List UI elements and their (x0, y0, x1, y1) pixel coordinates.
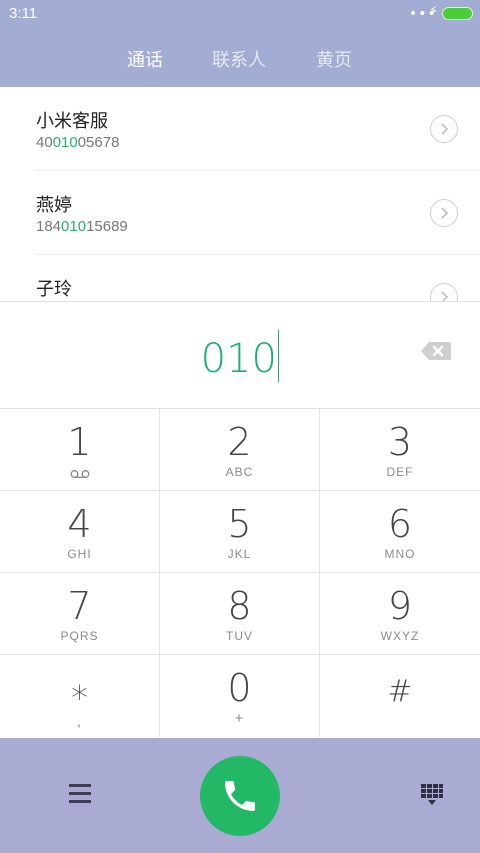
contact-name: 小米客服 (36, 111, 108, 132)
key-digit: 3 (387, 420, 413, 464)
voicemail-icon (70, 470, 90, 478)
key-8[interactable]: 8 TUV (160, 573, 320, 655)
key-9[interactable]: 9 WXYZ (320, 573, 480, 655)
key-letters: PQRS (60, 629, 99, 643)
key-letters: DEF (386, 465, 414, 479)
key-digit: 2 (227, 420, 252, 464)
charging-icon: ⚡ (429, 4, 439, 19)
status-time: 3:11 (9, 5, 38, 22)
dialed-number-display: 010 (0, 301, 480, 409)
dialpad: 1 2 ABC 3 DEF 4 GHI 5 JKL 6 MNO 7 PQRS 8… (0, 409, 480, 738)
key-letters: WXYZ (380, 629, 420, 643)
contact-match-list: 小米客服 4001005678 燕婷 18401015689 子玲 (0, 87, 480, 301)
list-item[interactable]: 小米客服 4001005678 (0, 87, 480, 171)
menu-icon[interactable] (69, 784, 91, 804)
contact-number: 18401015689 (36, 218, 128, 235)
key-letters: TUV (226, 629, 253, 643)
dialpad-icon[interactable] (420, 783, 444, 807)
contact-name: 燕婷 (36, 195, 72, 216)
contact-detail-chevron-icon[interactable] (430, 199, 458, 227)
contact-detail-chevron-icon[interactable] (430, 283, 458, 301)
key-letters: , (77, 713, 82, 729)
battery-icon (442, 7, 473, 20)
key-star[interactable]: ∗ , (0, 655, 160, 737)
phone-icon (225, 781, 255, 811)
call-button[interactable] (200, 756, 280, 836)
key-digit: ∗ (68, 672, 91, 712)
key-2[interactable]: 2 ABC (160, 409, 320, 491)
key-0[interactable]: 0 + (160, 655, 320, 737)
key-digit: 0 (227, 666, 252, 710)
key-hash[interactable]: # (320, 655, 480, 737)
text-cursor (277, 330, 280, 382)
tab-bar: 通话 联系人 黄页 (0, 46, 480, 72)
list-item[interactable]: 燕婷 18401015689 (0, 171, 480, 255)
tab-yellow-pages[interactable]: 黄页 (316, 46, 352, 72)
key-3[interactable]: 3 DEF (320, 409, 480, 491)
key-4[interactable]: 4 GHI (0, 491, 160, 573)
key-digit: 4 (67, 502, 92, 546)
key-digit: 1 (67, 420, 92, 464)
key-1[interactable]: 1 (0, 409, 160, 491)
list-item[interactable]: 子玲 (0, 255, 480, 301)
key-letters: ABC (225, 465, 254, 479)
key-letters: JKL (227, 547, 252, 561)
bottom-action-bar (0, 738, 480, 853)
status-bar: 3:11 ••• ⚡ (0, 0, 480, 28)
dialed-number[interactable]: 010 (0, 330, 480, 382)
key-digit: 7 (67, 584, 92, 628)
contact-detail-chevron-icon[interactable] (430, 115, 458, 143)
contact-number: 4001005678 (36, 134, 120, 151)
key-letters: + (234, 710, 245, 727)
key-digit: 5 (227, 502, 252, 546)
key-digit: 8 (227, 584, 252, 628)
key-digit: 9 (387, 584, 413, 628)
contact-name: 子玲 (36, 279, 72, 300)
backspace-icon[interactable] (420, 339, 452, 363)
top-header: 3:11 ••• ⚡ 通话 联系人 黄页 (0, 0, 480, 87)
key-digit: # (387, 674, 413, 709)
key-7[interactable]: 7 PQRS (0, 573, 160, 655)
tab-calls[interactable]: 通话 (127, 46, 163, 72)
key-5[interactable]: 5 JKL (160, 491, 320, 573)
key-letters: MNO (384, 547, 416, 561)
key-digit: 6 (387, 502, 413, 546)
tab-contacts[interactable]: 联系人 (212, 46, 266, 72)
key-letters: GHI (67, 547, 92, 561)
key-6[interactable]: 6 MNO (320, 491, 480, 573)
